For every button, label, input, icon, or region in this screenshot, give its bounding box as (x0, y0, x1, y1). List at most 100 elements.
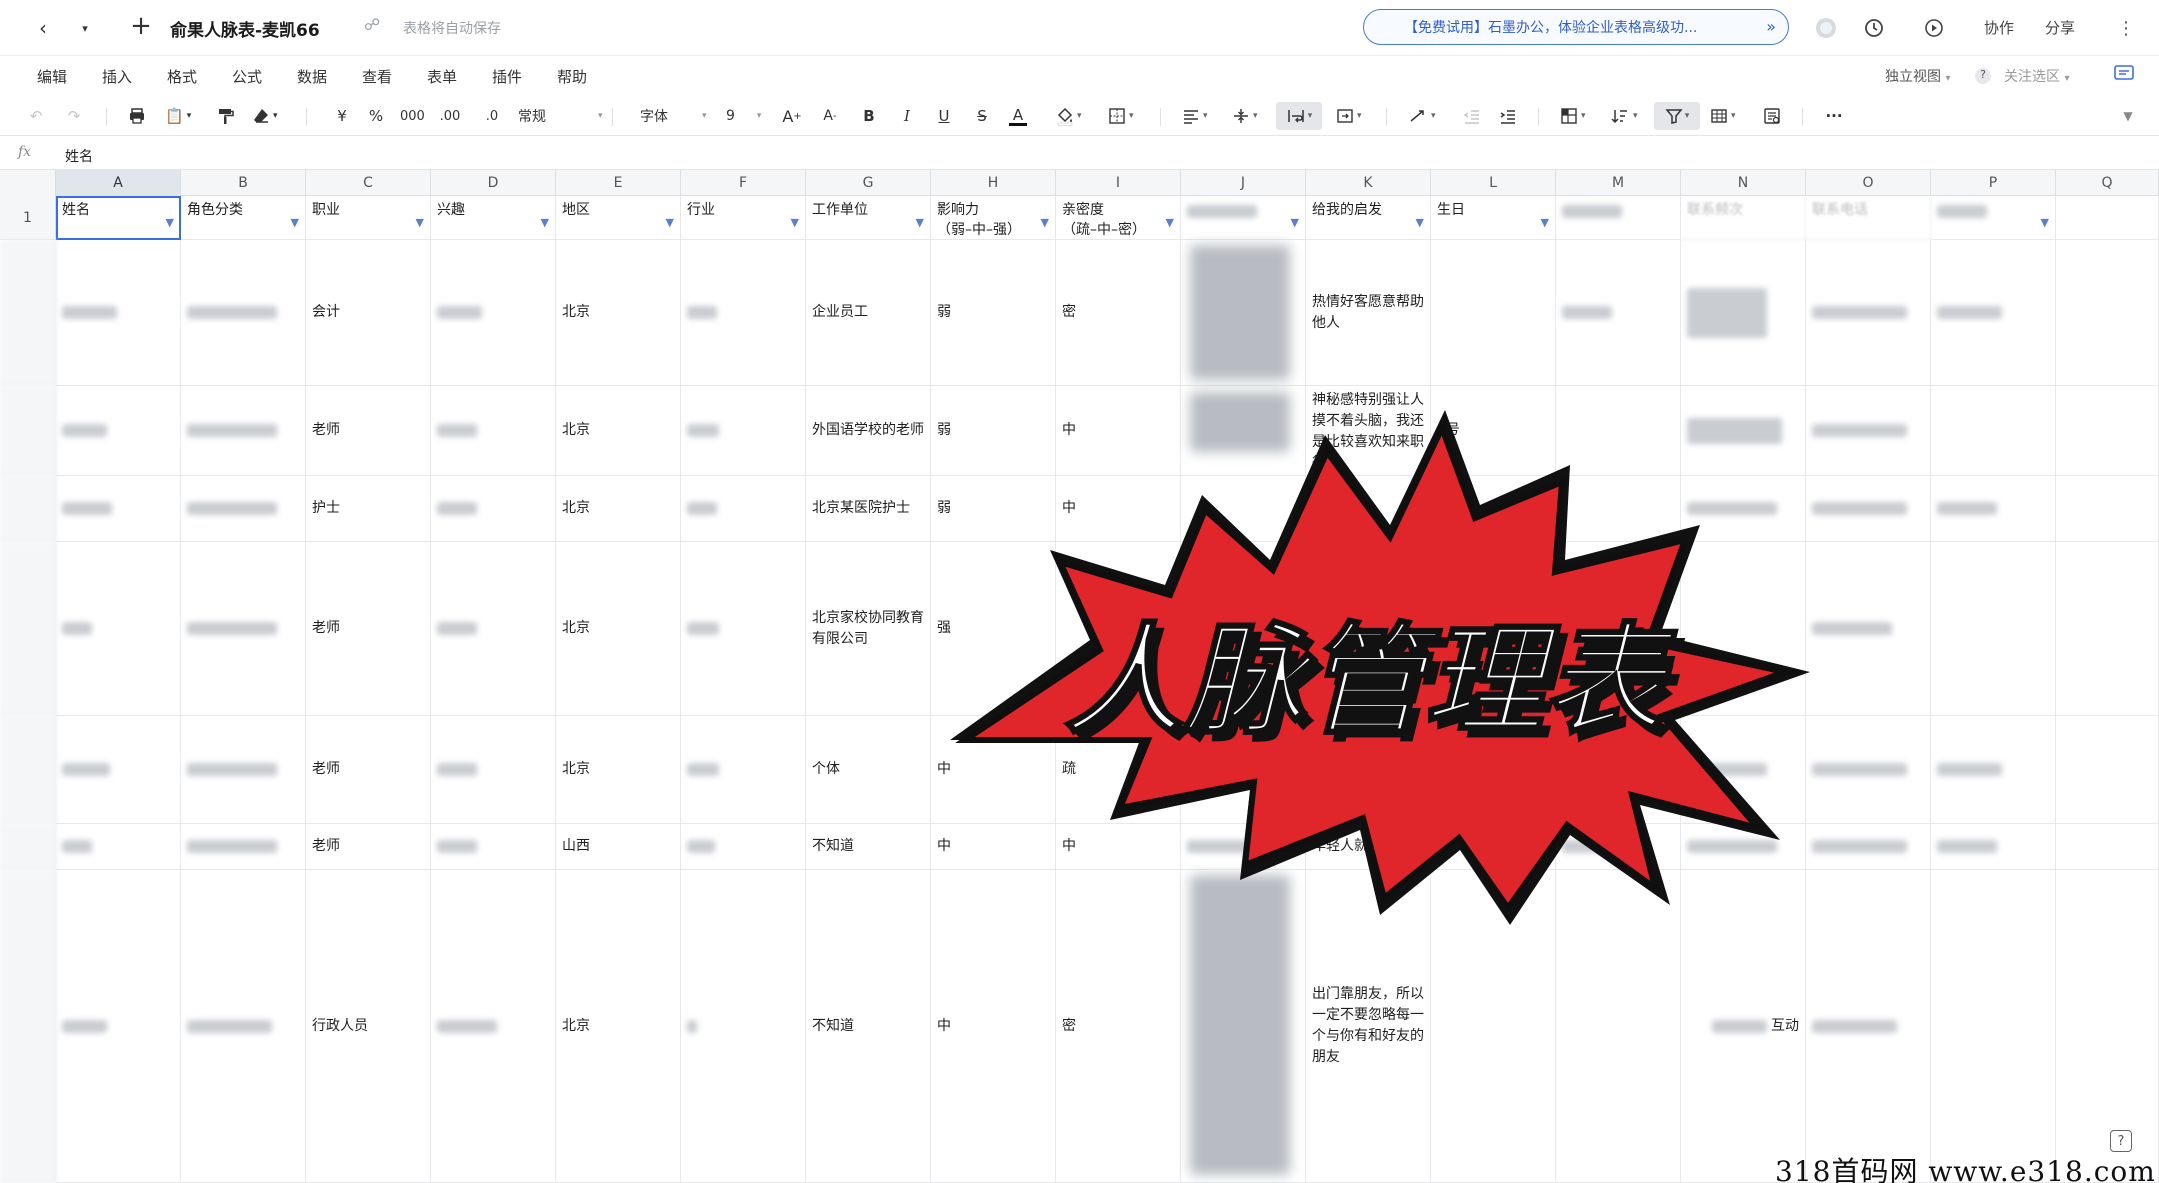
column-header-b[interactable]: B (181, 170, 306, 196)
cell-interest[interactable] (431, 476, 556, 542)
filter-icon[interactable]: ▼ (1541, 213, 1549, 233)
cell-contact-frequency[interactable] (1681, 240, 1806, 386)
column-header-h[interactable]: H (931, 170, 1056, 196)
italic-button[interactable]: I (895, 102, 919, 130)
cell-phone[interactable] (1806, 716, 1931, 824)
cell-employer[interactable]: 不知道 (806, 824, 931, 870)
header-cell-blurred-p[interactable]: ▼ (1931, 196, 2056, 240)
cell-blurred[interactable] (1931, 240, 2056, 386)
percent-format-button[interactable]: % (364, 102, 388, 130)
column-header-i[interactable]: I (1056, 170, 1181, 196)
column-header-c[interactable]: C (306, 170, 431, 196)
cell-interest[interactable] (431, 240, 556, 386)
column-header-p[interactable]: P (1931, 170, 2056, 196)
filter-icon[interactable]: ▼ (1416, 213, 1424, 233)
cell-role[interactable] (181, 240, 306, 386)
cell-birthday[interactable] (1431, 240, 1556, 386)
column-header-a[interactable]: A (56, 170, 181, 196)
cell-occupation[interactable]: 老师 (306, 542, 431, 716)
filter-icon[interactable]: ▼ (291, 213, 299, 233)
filter-icon[interactable]: ▼ (1166, 213, 1174, 233)
column-header-k[interactable]: K (1306, 170, 1431, 196)
cell-name[interactable] (56, 476, 181, 542)
cell-interest[interactable] (431, 824, 556, 870)
cell-industry[interactable] (681, 716, 806, 824)
sort-icon[interactable]: ▾ (1610, 102, 1638, 130)
promo-banner[interactable]: 【免费试用】石墨办公，体验企业表格高级功... » (1363, 9, 1789, 45)
column-header-o[interactable]: O (1806, 170, 1931, 196)
print-icon[interactable] (125, 102, 149, 130)
cell-empty[interactable] (2056, 386, 2159, 476)
align-vertical-icon[interactable]: ▾ (1232, 102, 1258, 130)
cell-empty[interactable] (2056, 240, 2159, 386)
cell-name[interactable] (56, 716, 181, 824)
select-all-corner[interactable] (0, 170, 56, 196)
decrease-indent-icon[interactable] (1460, 102, 1484, 130)
cell-empty[interactable] (2056, 824, 2159, 870)
header-cell-birthday[interactable]: 生日 ▼ (1431, 196, 1556, 240)
column-header-e[interactable]: E (556, 170, 681, 196)
font-color-button[interactable]: A (1006, 102, 1030, 130)
filter-icon[interactable]: ▼ (416, 213, 424, 233)
column-header-f[interactable]: F (681, 170, 806, 196)
cell-empty[interactable] (2056, 870, 2159, 1183)
cell-empty[interactable] (2056, 542, 2159, 716)
cell-blurred[interactable] (1931, 824, 2056, 870)
filter-icon[interactable]: ▼ (916, 213, 924, 233)
cell-name[interactable] (56, 824, 181, 870)
independent-view-toggle[interactable]: 独立视图 ▾ (1885, 66, 1950, 86)
wrap-text-icon[interactable]: ▾ (1276, 102, 1322, 130)
increase-indent-icon[interactable] (1496, 102, 1520, 130)
cell-name[interactable] (56, 870, 181, 1183)
underline-button[interactable]: U (932, 102, 956, 130)
collaborate-button[interactable]: 协作 (1984, 17, 2014, 38)
cell-industry[interactable] (681, 240, 806, 386)
cell-occupation[interactable]: 护士 (306, 476, 431, 542)
more-tools-button[interactable]: ··· (1822, 102, 1846, 130)
cell-role[interactable] (181, 386, 306, 476)
cell-name[interactable] (56, 386, 181, 476)
filter-icon[interactable]: ▼ (166, 213, 174, 233)
cell-empty[interactable] (2056, 716, 2159, 824)
paste-icon[interactable]: 📋 ▾ (165, 102, 191, 130)
help-icon[interactable]: ? (2110, 1130, 2132, 1152)
fill-color-icon[interactable]: ▾ (1055, 102, 1082, 130)
decrease-decimal-button[interactable]: .0 (480, 102, 504, 130)
cell-phone[interactable] (1806, 542, 1931, 716)
cell-role[interactable] (181, 824, 306, 870)
cell-occupation[interactable]: 会计 (306, 240, 431, 386)
row-header[interactable] (0, 716, 56, 824)
cell-role[interactable] (181, 542, 306, 716)
filter-icon[interactable]: ▼ (2041, 213, 2049, 233)
history-dropdown-icon[interactable]: ▾ (68, 11, 102, 45)
font-size-select[interactable]: 9 ▾ (726, 102, 761, 130)
cell-phone[interactable] (1806, 824, 1931, 870)
cell-occupation[interactable]: 老师 (306, 386, 431, 476)
column-header-l[interactable]: L (1431, 170, 1556, 196)
cell-role[interactable] (181, 870, 306, 1183)
header-cell-interest[interactable]: 兴趣 ▼ (431, 196, 556, 240)
freeze-panes-icon[interactable]: ▾ (1560, 102, 1586, 130)
row-header[interactable] (0, 824, 56, 870)
cell-influence[interactable]: 弱 (931, 240, 1056, 386)
menu-edit[interactable]: 编辑 (37, 66, 67, 87)
increase-decimal-button[interactable]: .00 (438, 102, 462, 130)
document-title[interactable]: 俞果人脉表-麦凯66 (170, 16, 320, 41)
redo-icon[interactable]: ↷ (62, 102, 86, 130)
font-family-select[interactable]: 字体 ▾ (640, 102, 707, 130)
cell-name[interactable] (56, 542, 181, 716)
cell-empty[interactable] (2056, 476, 2159, 542)
bold-button[interactable]: B (857, 102, 881, 130)
cell-blurred[interactable] (1931, 476, 2056, 542)
cell-region[interactable]: 北京 (556, 386, 681, 476)
history-clock-icon[interactable] (1860, 14, 1888, 42)
cell-blurred[interactable] (1931, 386, 2056, 476)
cell-employer[interactable]: 北京家校协同教育有限公司 (806, 542, 931, 716)
cell-phone[interactable] (1806, 870, 1931, 1183)
clear-format-icon[interactable]: ▾ (252, 102, 278, 130)
header-cell-inspiration[interactable]: 给我的启发 ▼ (1306, 196, 1431, 240)
more-vertical-icon[interactable]: ⋮ (2112, 14, 2140, 42)
merge-cells-icon[interactable]: ▾ (1336, 102, 1362, 130)
header-cell-phone[interactable]: 联系电话 (1806, 196, 1931, 240)
header-cell-occupation[interactable]: 职业 ▼ (306, 196, 431, 240)
